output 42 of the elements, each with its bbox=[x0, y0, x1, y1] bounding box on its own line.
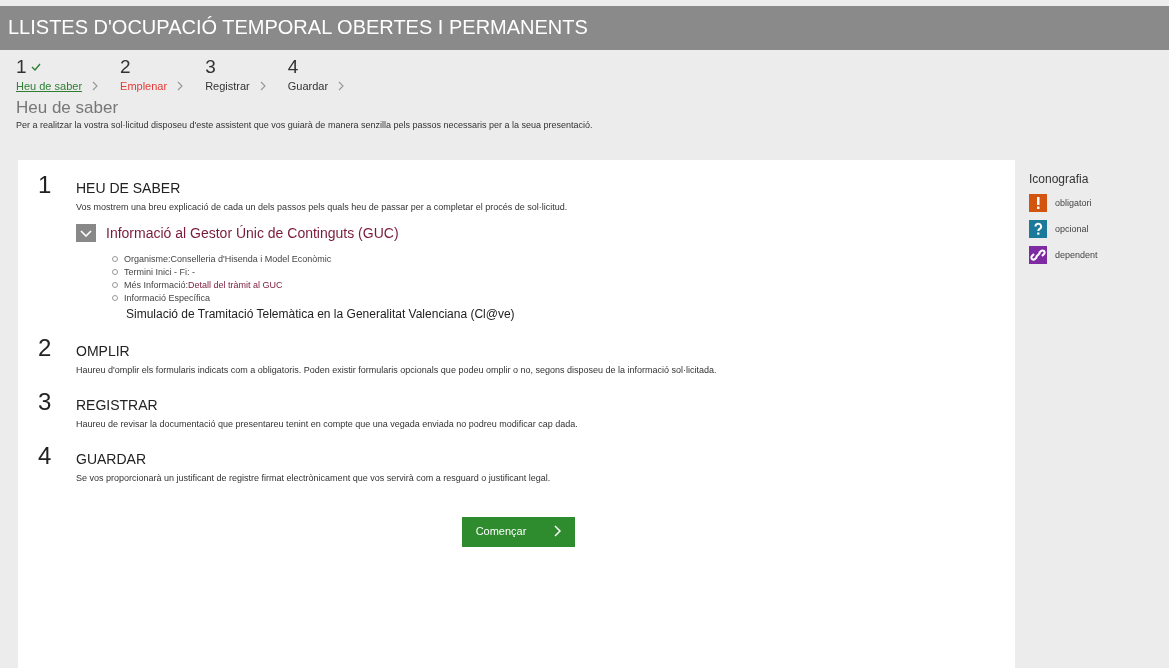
detail-link[interactable]: Detall del tràmit al GUC bbox=[188, 280, 283, 290]
chevron-right-icon bbox=[554, 525, 562, 537]
step-link[interactable]: Guardar bbox=[287, 80, 329, 92]
step-number: 3 bbox=[205, 56, 217, 78]
chevron-icon bbox=[338, 81, 345, 91]
start-button[interactable]: Començar bbox=[461, 517, 576, 547]
step-number: 4 bbox=[287, 56, 300, 78]
step-title: OMPLIR bbox=[76, 343, 131, 359]
intro-text: Per a realitzar la vostra sol·licitud disposeu d'este assistent que vos guiarà de manera senzilla pels passos necessaris per a la seua presentació. bbox=[15, 120, 594, 130]
step-description: Se vos proporcionarà un justificant de registre firmat electrònicament que vos servirà com a resguard o justificant legal. bbox=[76, 473, 552, 483]
chevron-icon bbox=[177, 81, 184, 91]
page-title: LLISTES D'OCUPACIÓ TEMPORAL OBERTES I PERMANENTS bbox=[0, 6, 1169, 50]
step-title: GUARDAR bbox=[76, 451, 147, 467]
section-heading: Heu de saber bbox=[15, 97, 120, 119]
info-item: Termini Inici - Fi: - bbox=[124, 267, 195, 277]
legend-label: opcional bbox=[1055, 224, 1089, 234]
chevron-icon bbox=[92, 81, 99, 91]
step-number: 4 bbox=[38, 443, 53, 471]
step-number: 1 bbox=[38, 172, 53, 200]
collapse-button[interactable] bbox=[76, 224, 96, 242]
step-description: Vos mostrem una breu explicació de cada un dels passos pels quals heu de passar per a completar el procés de sol·licitud. bbox=[76, 202, 569, 212]
step-link[interactable]: Registrar bbox=[205, 80, 250, 92]
step-title: HEU DE SABER bbox=[76, 180, 182, 196]
step-number: 1 bbox=[16, 56, 99, 78]
step-number: 2 bbox=[120, 56, 132, 78]
legend-label: dependent bbox=[1055, 250, 1098, 260]
info-item: Informació Específica bbox=[124, 293, 211, 303]
step-link[interactable]: Emplenar bbox=[120, 80, 168, 92]
chevron-icon bbox=[259, 81, 266, 91]
legend-label: obligatori bbox=[1055, 198, 1092, 208]
specific-info: Simulació de Tramitació Telemàtica en la Generalitat Valenciana (Cl@ve) bbox=[126, 307, 516, 321]
legend-title: Iconografia bbox=[1029, 172, 1090, 186]
chevron-down-icon bbox=[80, 229, 92, 237]
info-item: Més Informació:Detall del tràmit al GUC bbox=[124, 280, 283, 290]
info-item: Organisme:Conselleria d'Hisenda i Model Econòmic bbox=[124, 254, 332, 264]
step-description: Haureu d'omplir els formularis indicats com a obligatoris. Poden existir formularis opcionals que podeu omplir o no, segons disposeu de la informació sol·licitada. bbox=[76, 365, 718, 375]
step-number: 2 bbox=[38, 335, 53, 363]
info-title: Informació al Gestor Únic de Continguts (GUC) bbox=[106, 225, 399, 241]
step-link[interactable]: Heu de saber bbox=[16, 80, 83, 92]
step-title: REGISTRAR bbox=[76, 397, 159, 413]
step-number: 3 bbox=[38, 389, 53, 417]
step-description: Haureu de revisar la documentació que presentareu tenint en compte que una vegada enviada no podreu modificar cap dada. bbox=[76, 419, 579, 429]
